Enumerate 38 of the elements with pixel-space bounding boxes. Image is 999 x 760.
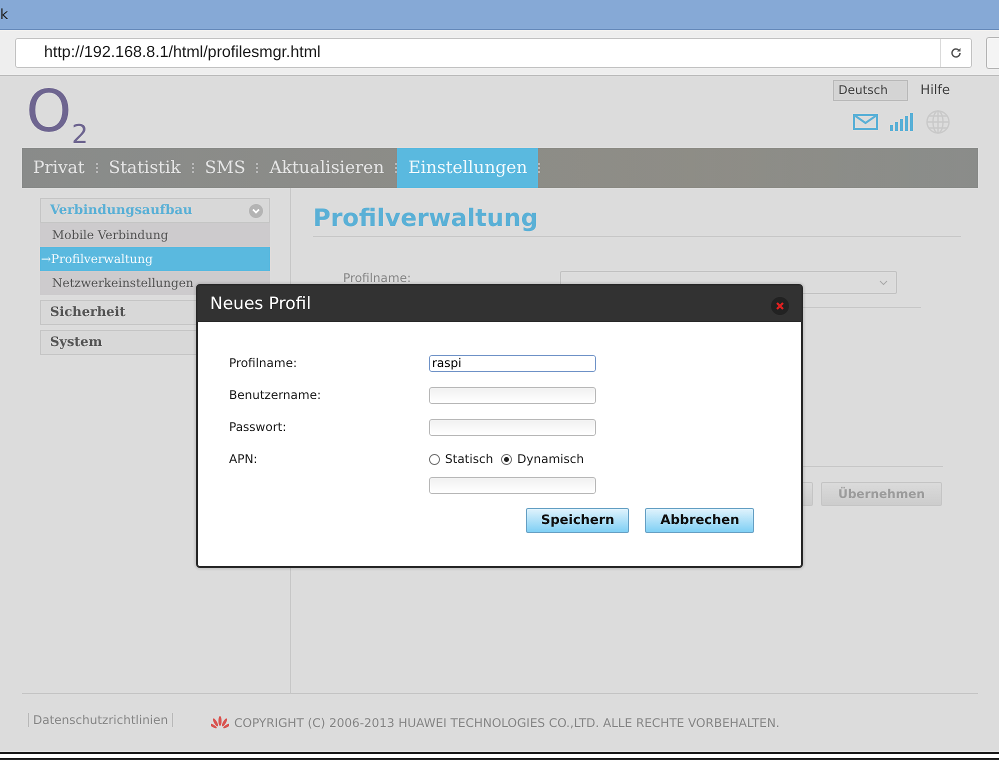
window-title: k — [0, 6, 8, 22]
chevron-icon — [249, 204, 263, 218]
close-icon — [771, 297, 789, 315]
close-button[interactable] — [771, 297, 789, 315]
dropdown-icon — [879, 280, 888, 286]
copyright-text: COPYRIGHT (C) 2006-2013 HUAWEI TECHNOLOGIES CO.,LTD. ALLE RECHTE VORBEHALTEN. — [234, 716, 780, 730]
help-link[interactable]: Hilfe — [920, 83, 950, 98]
input-field[interactable]: raspi — [429, 354, 596, 372]
dialog-button[interactable]: Abbrechen — [645, 508, 754, 533]
field-label: Profilname: — [229, 356, 298, 370]
flower-icon — [211, 716, 230, 730]
signal-icon — [890, 113, 914, 131]
field-label: APN: — [229, 452, 258, 466]
dialog-button[interactable]: Speichern — [526, 508, 630, 533]
input-field[interactable] — [429, 418, 596, 436]
nav-tab[interactable]: SMS — [194, 148, 256, 188]
input-field[interactable] — [429, 386, 596, 404]
page-title: Profilverwaltung — [313, 204, 961, 237]
sidebar-item[interactable]: Mobile Verbindung — [40, 223, 270, 247]
input-field[interactable] — [429, 476, 596, 494]
address-bar[interactable]: http://192.168.8.1/html/profilesmgr.html — [15, 38, 972, 68]
radio-button[interactable] — [501, 454, 512, 464]
nav-tab[interactable]: Statistik — [98, 148, 192, 188]
field-label: Benutzername: — [229, 388, 322, 402]
radio-label: Statisch — [445, 452, 494, 466]
nav-tab[interactable]: Privat — [22, 148, 96, 188]
field-label: Profilname: — [343, 270, 412, 284]
radio-label: Dynamisch — [517, 452, 584, 466]
privacy-link[interactable]: Datenschutzrichtlinien — [28, 713, 174, 727]
logo: O$_{2}$ — [26, 80, 88, 142]
reload-icon — [950, 46, 962, 58]
language-select[interactable]: Deutsch — [833, 80, 908, 101]
field-label: Passwort: — [229, 420, 288, 434]
url-text: http://192.168.8.1/html/profilesmgr.html — [44, 44, 322, 62]
toolbar-button[interactable] — [986, 36, 999, 68]
nav-tab[interactable]: Aktualisieren — [258, 148, 396, 188]
mail-icon[interactable] — [853, 114, 878, 130]
radio-button[interactable] — [429, 454, 440, 464]
